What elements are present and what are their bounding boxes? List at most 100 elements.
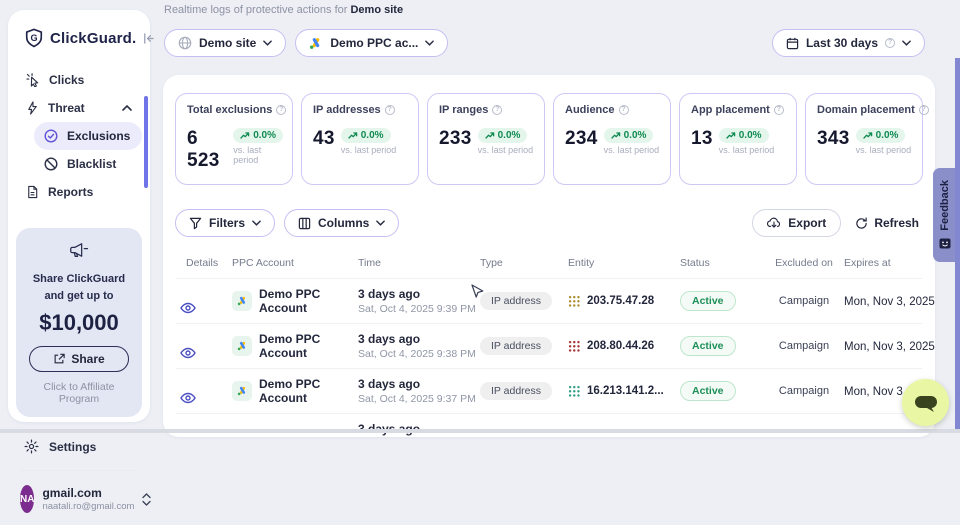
export-button[interactable]: Export [752,209,841,237]
filters-label: Filters [209,216,245,230]
time-relative: 3 days ago [358,332,472,346]
entity-value: 208.80.44.26 [587,340,654,352]
stat-sub: vs. last period [856,145,912,155]
settings-label: Settings [49,440,96,454]
sidebar-scrollbar[interactable] [144,96,148,188]
stat-card-ip-addresses: IP addresses? 43 0.0% vs. last period [301,93,419,185]
help-icon[interactable]: ? [919,105,929,115]
chat-launcher-button[interactable] [902,379,949,426]
ppc-account-name: Demo PPC Account [259,287,350,315]
excluded-on-value: Campaign [772,385,836,397]
stat-value: 43 [313,128,335,150]
site-selector-value: Demo site [199,36,256,50]
help-icon: ? [885,38,895,48]
stats-cards-row: Total exclusions? 6 523 0.0% vs. last pe… [163,75,935,185]
external-link-icon [53,353,65,365]
help-icon[interactable]: ? [276,105,286,115]
smiley-message-icon [939,238,951,250]
table-toolbar: Filters Columns Export Refr [163,185,935,237]
ppc-account-selector-dropdown[interactable]: Demo PPC ac... [295,29,448,57]
stat-sub: vs. last period [341,145,397,155]
stat-delta: 0.0% [498,130,521,141]
google-ads-icon [232,336,252,356]
refresh-button[interactable]: Refresh [855,216,919,230]
logo-row: G ClickGuard. [8,10,150,62]
promo-caption: Click to Affiliate Program [26,381,132,405]
refresh-label: Refresh [874,216,919,230]
stat-delta: 0.0% [739,130,762,141]
entity-identicon [568,385,581,398]
trend-up-icon [348,132,358,139]
stat-label: Audience [565,104,615,116]
page-scrollbar[interactable] [955,58,960,433]
affiliate-promo-card[interactable]: Share ClickGuard and get up to $10,000 S… [16,228,142,417]
sidebar-item-label: Clicks [49,73,84,87]
columns-label: Columns [318,216,369,230]
sidebar-item-label: Reports [48,185,93,199]
col-header-status: Status [676,247,768,279]
divider [20,470,138,471]
sidebar-item-exclusions[interactable]: Exclusions [34,122,142,150]
stat-delta: 0.0% [624,130,647,141]
status-badge: Active [680,381,736,401]
google-ads-icon [232,381,252,401]
promo-amount: $10,000 [26,310,132,336]
col-header-details: Details [176,247,228,279]
stat-value: 233 [439,128,472,150]
status-badge: Active [680,291,736,311]
time-absolute: Sat, Oct 4, 2025 9:38 PM [358,348,472,360]
stat-label: IP ranges [439,104,488,116]
feedback-tab[interactable]: Feedback [933,168,957,262]
details-eye-icon[interactable] [180,378,224,404]
google-ads-icon [309,37,323,50]
excluded-on-value: Campaign [772,340,836,352]
stat-card-domain-placement: Domain placement? 343 0.0% vs. last peri… [805,93,923,185]
trend-up-icon [726,132,736,139]
account-switcher[interactable]: NA gmail.com naatali.ro@gmail.com [8,473,150,525]
stat-label: IP addresses [313,104,381,116]
table-row[interactable]: Demo PPC Account 3 days agoSat, Oct 4, 2… [176,279,922,324]
sidebar-collapse-icon[interactable] [142,32,155,45]
sidebar-item-blacklist[interactable]: Blacklist [34,150,142,178]
help-icon[interactable]: ? [619,105,629,115]
columns-dropdown[interactable]: Columns [284,209,399,237]
share-button-label: Share [71,352,104,366]
window-bottom-edge [0,429,960,433]
sidebar: G ClickGuard. Clicks Threat [8,10,150,422]
account-email: naatali.ro@gmail.com [42,501,134,512]
sidebar-item-reports[interactable]: Reports [16,178,142,206]
site-selector-dropdown[interactable]: Demo site [164,29,286,57]
lightning-icon [26,101,39,115]
col-header-excluded-on: Excluded on [768,247,840,279]
time-absolute: Sat, Oct 4, 2025 9:37 PM [358,393,472,405]
stat-sub: vs. last period [478,145,534,155]
stat-value: 6 523 [187,128,227,172]
sidebar-item-clicks[interactable]: Clicks [16,66,142,94]
col-header-time: Time [354,247,476,279]
ban-icon [44,157,58,171]
help-icon[interactable]: ? [774,105,784,115]
filters-dropdown[interactable]: Filters [175,209,275,237]
stat-label: Domain placement [817,104,915,116]
share-button[interactable]: Share [29,346,129,372]
help-icon[interactable]: ? [492,105,502,115]
calendar-icon [786,37,799,50]
details-eye-icon[interactable] [180,288,224,314]
chevron-up-down-icon [142,493,151,506]
chevron-down-icon [376,220,385,226]
help-icon[interactable]: ? [385,105,395,115]
clickguard-shield-logo-icon: G [24,28,44,48]
details-eye-icon[interactable] [180,333,224,359]
trend-up-icon [485,132,495,139]
sidebar-item-threat[interactable]: Threat [16,94,142,122]
table-row[interactable]: Demo PPC Account 3 days agoSat, Oct 4, 2… [176,324,922,369]
stat-delta: 0.0% [361,130,384,141]
google-ads-icon [232,291,252,311]
type-badge: IP address [480,292,552,310]
promo-text: Share ClickGuard and get up to [26,271,132,304]
type-badge: IP address [480,337,552,355]
entity-identicon [568,340,581,353]
table-row[interactable]: Demo PPC Account 3 days agoSat, Oct 4, 2… [176,369,922,414]
chevron-down-icon [902,40,911,46]
date-range-dropdown[interactable]: Last 30 days ? [772,29,925,57]
